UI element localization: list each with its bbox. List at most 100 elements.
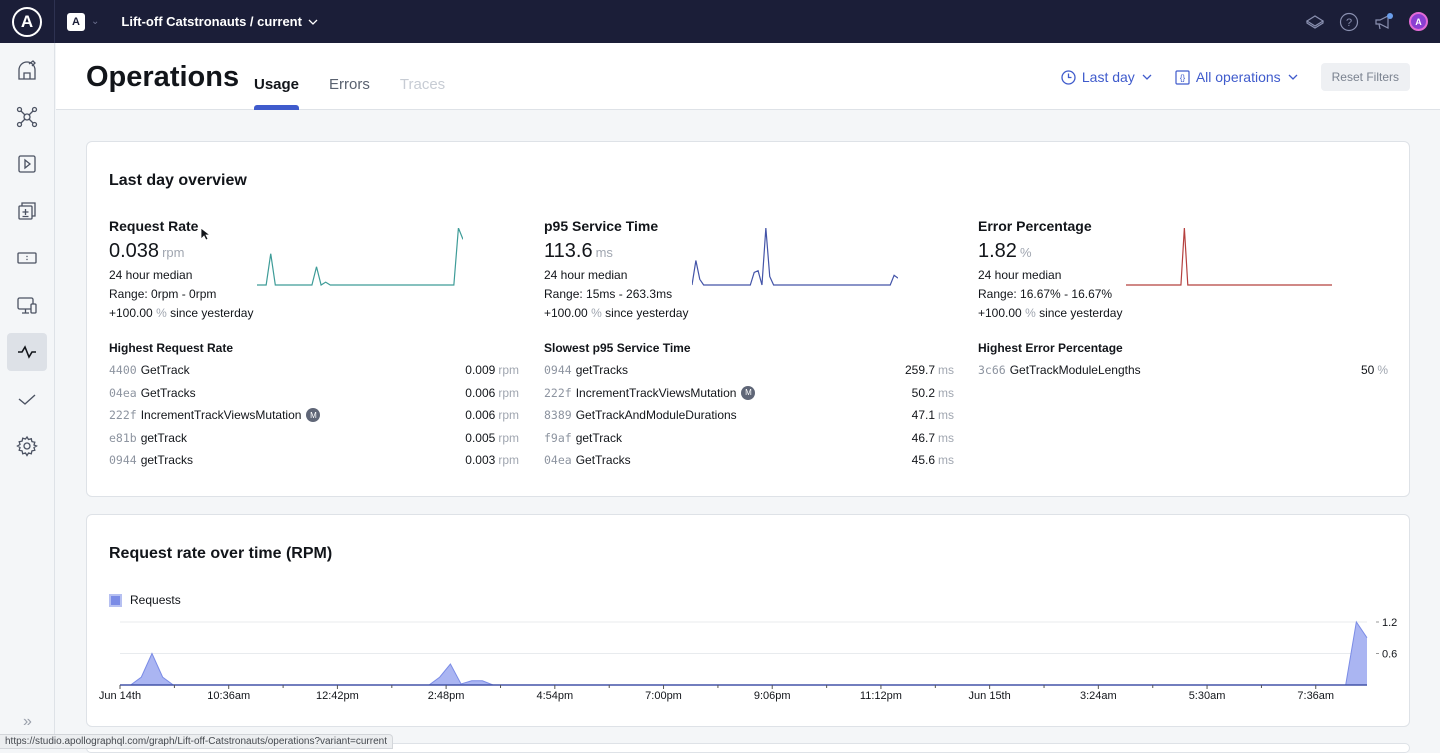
operation-value: 0.003 rpm [465,453,519,467]
operation-value: 46.7 ms [912,431,954,445]
page-title: Operations [86,61,240,93]
operation-name[interactable]: GetTrack [141,363,190,377]
user-avatar[interactable]: A [1409,12,1428,31]
sidebar-item-home[interactable] [7,51,47,89]
tab-usage[interactable]: Usage [254,43,300,110]
chevron-down-icon: ⌄ [91,16,100,27]
pulse-icon [18,345,36,359]
operation-name[interactable]: GetTracks [576,453,631,467]
operation-row[interactable]: 3c66 GetTrackModuleLengths 50% [978,359,1388,382]
announcements-icon[interactable] [1373,12,1395,32]
value-unit: ms [938,408,954,423]
svg-text:?: ? [1346,17,1352,29]
sidebar-item-settings[interactable] [7,427,47,465]
docs-icon[interactable] [1305,12,1325,32]
operation-name[interactable]: GetTrackModuleLengths [1010,363,1141,377]
value-number: 0.005 [465,430,496,445]
operation-name[interactable]: IncrementTrackViewsMutation [576,386,737,400]
apollo-logo[interactable]: A [0,0,55,43]
mouse-cursor [200,227,212,246]
operation-value: 47.1 ms [912,408,954,422]
sparkline [1126,228,1332,286]
operation-name[interactable]: getTrack [576,431,622,445]
change-value: +100.00 [544,306,588,320]
operation-id: 04ea [109,385,137,400]
sidebar-item-operations[interactable] [7,333,47,371]
operation-row[interactable]: f9af getTrack 46.7 ms [544,427,954,450]
operation-id: f9af [544,430,572,445]
value-number: 0.009 [465,363,496,378]
list-title: Slowest p95 Service Time [544,341,691,355]
help-icon[interactable]: ? [1339,12,1359,32]
sparkline-path [1126,228,1332,286]
sidebar-item-schema[interactable] [7,98,47,136]
x-tick-label: 7:36am [1297,690,1334,702]
request-rate-chart-card: Request rate over time (RPM) Requests 0.… [86,514,1410,727]
tabs: Usage Errors Traces [254,43,445,110]
graph-variant-switcher[interactable]: Lift-off Catstronauts / current [121,14,318,29]
operation-name[interactable]: getTrack [141,431,187,445]
metric-unit: % [1019,245,1032,260]
metric-request-rate: Request Rate 0.038 rpm 24 hour median Range:… [109,218,519,323]
time-range-select[interactable]: Last day [1061,69,1153,85]
operation-value: 0.006 rpm [465,386,519,400]
x-tick-label: 7:00pm [645,690,682,702]
x-tick-label: 4:54pm [536,690,573,702]
tab-errors[interactable]: Errors [329,43,370,110]
sidebar-item-explorer[interactable] [7,145,47,183]
metric-value: 113.6 [544,240,593,262]
card-icon [17,252,37,264]
list-highest-error-percentage: Highest Error Percentage 3c66 GetTrackModu… [978,341,1388,382]
reset-filters-button[interactable]: Reset Filters [1320,63,1410,91]
sidebar-item-checks[interactable] [7,380,47,418]
sidebar-item-changelog[interactable] [7,192,47,230]
operation-id: 8389 [544,408,572,423]
double-chevron-right-icon[interactable]: » [0,713,55,731]
operation-name[interactable]: IncrementTrackViewsMutation [141,408,302,422]
operation-name[interactable]: getTracks [576,363,628,377]
operation-value: 0.006 rpm [465,408,519,422]
sidebar-item-fields[interactable] [7,239,47,277]
value-number: 0.003 [465,453,496,468]
operation-id: 3c66 [978,363,1006,378]
operation-row[interactable]: e81b getTrack 0.005 rpm [109,427,519,450]
list-title: Highest Request Rate [109,341,234,355]
x-tick-label: 5:30am [1189,690,1226,702]
operation-row[interactable]: 8389 GetTrackAndModuleDurations 47.1 ms [544,404,954,427]
operation-name[interactable]: getTracks [141,453,193,467]
x-tick-label: Jun 15th [969,690,1011,702]
clock-icon [1061,69,1076,85]
operation-name[interactable]: GetTracks [141,386,196,400]
operation-id: 0944 [544,363,572,378]
value-number: 45.6 [911,453,935,468]
x-tick-label: 10:36am [207,690,250,702]
operation-row[interactable]: 0944 getTracks 259.7 ms [544,359,954,382]
sidebar-item-clients[interactable] [7,286,47,324]
operation-row[interactable]: 04ea GetTracks 0.006 rpm [109,382,519,405]
list-highest-request-rate: Highest Request Rate 4400 GetTrack 0.009 rpm… [109,341,519,472]
value-unit: % [1377,363,1388,378]
operation-row[interactable]: 222f IncrementTrackViewsMutation M 50.2 ms [544,382,954,405]
metric-value: 0.038 [109,240,160,262]
operation-row[interactable]: 04ea GetTracks 45.6 ms [544,449,954,472]
operation-row[interactable]: 222f IncrementTrackViewsMutation M 0.006 rpm [109,404,519,427]
operation-row[interactable]: 0944 getTracks 0.003 rpm [109,449,519,472]
org-switcher[interactable]: A ⌄ [67,12,100,31]
chevron-down-icon [1142,74,1152,80]
change-value: +100.00 [109,306,153,320]
value-number: 47.1 [911,408,935,423]
time-range-value: Last day [1081,69,1135,85]
operations-value: All operations [1195,69,1281,85]
metric-change: +100.00 % since yesterday [978,304,1388,323]
value-unit: rpm [498,408,519,423]
change-suffix: since yesterday [1039,306,1123,320]
operation-value: 0.005 rpm [465,431,519,445]
value-unit: rpm [498,363,519,378]
operation-row[interactable]: 4400 GetTrack 0.009 rpm [109,359,519,382]
value-unit: ms [938,363,954,378]
operation-name[interactable]: GetTrackAndModuleDurations [576,408,737,422]
value-number: 46.7 [911,430,935,445]
observatory-icon [18,60,36,80]
operations-select[interactable]: {} All operations [1175,69,1299,85]
tab-traces[interactable]: Traces [400,43,445,110]
